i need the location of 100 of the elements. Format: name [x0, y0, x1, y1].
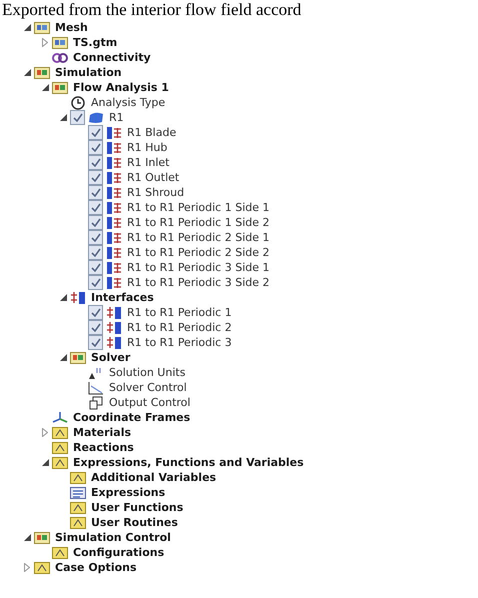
expanded-arrow-icon[interactable]	[24, 534, 30, 541]
mesh-folder-icon	[52, 36, 68, 50]
tree-item-label[interactable]: Mesh	[55, 20, 88, 34]
checkbox[interactable]	[70, 110, 85, 125]
tree-item-label[interactable]: Coordinate Frames	[73, 410, 190, 424]
tree-item-label[interactable]: R1 to R1 Periodic 1 Side 1	[127, 200, 270, 214]
tree-item-label[interactable]: R1 to R1 Periodic 3	[127, 336, 232, 350]
simulation-folder-icon	[34, 66, 50, 80]
checkbox[interactable]	[88, 320, 103, 335]
folder-icon	[52, 426, 68, 440]
tree-item-label[interactable]: R1 to R1 Periodic 3 Side 2	[127, 276, 270, 290]
tree-item-label[interactable]: R1	[109, 110, 124, 124]
boundary-icon	[106, 246, 122, 260]
boundary-icon	[106, 186, 122, 200]
boundary-icon	[106, 156, 122, 170]
checkbox[interactable]	[88, 170, 103, 185]
interface-icon	[106, 306, 122, 320]
interface-icon	[70, 290, 86, 304]
expanded-arrow-icon[interactable]	[42, 459, 48, 466]
expressions-icon	[70, 486, 86, 500]
interface-icon	[106, 336, 122, 350]
clock-icon	[70, 96, 86, 110]
folder-icon	[70, 500, 86, 514]
expanded-arrow-icon[interactable]	[24, 69, 30, 76]
boundary-icon	[106, 200, 122, 214]
tree-item-label[interactable]: User Routines	[91, 516, 178, 530]
tree-item-label[interactable]: R1 to R1 Periodic 3 Side 1	[127, 260, 270, 274]
checkbox[interactable]	[88, 155, 103, 170]
checkbox[interactable]	[88, 275, 103, 290]
tree-item-label[interactable]: R1 to R1 Periodic 2	[127, 320, 232, 334]
tree-item-label[interactable]: Interfaces	[91, 290, 154, 304]
axes-icon	[52, 410, 68, 424]
domain-icon	[88, 110, 104, 124]
folder-icon	[70, 470, 86, 484]
tree-item-label[interactable]: R1 Inlet	[127, 156, 170, 170]
tree-item-label[interactable]: Analysis Type	[91, 96, 166, 110]
checkbox[interactable]	[88, 260, 103, 275]
folder-icon	[52, 456, 68, 470]
tree-item-label[interactable]: Expressions, Functions and Variables	[73, 456, 304, 470]
tree-item-label[interactable]: Output Control	[109, 396, 190, 410]
checkbox[interactable]	[88, 125, 103, 140]
tree-item-label[interactable]: R1 to R1 Periodic 2 Side 1	[127, 230, 270, 244]
checkbox[interactable]	[88, 245, 103, 260]
simulation-folder-icon	[52, 80, 68, 94]
expanded-arrow-icon[interactable]	[42, 84, 48, 91]
folder-icon	[34, 560, 50, 574]
simulation-folder-icon	[34, 530, 50, 544]
caption-text: Exported from the interior flow field accord	[1, 0, 302, 20]
tree-item-label[interactable]: Additional Variables	[91, 470, 216, 484]
tree-item-label[interactable]: R1 to R1 Periodic 1 Side 2	[127, 216, 270, 230]
simulation-folder-icon	[70, 350, 86, 364]
tree-item-label[interactable]: R1 to R1 Periodic 1	[127, 306, 232, 320]
tree-item-label[interactable]: Solution Units	[109, 366, 186, 380]
checkbox[interactable]	[88, 140, 103, 155]
collapsed-arrow-icon[interactable]	[42, 38, 48, 47]
checkbox[interactable]	[88, 305, 103, 320]
tree-item-label[interactable]: TS.gtm	[73, 36, 118, 50]
mesh-folder-icon	[34, 20, 50, 34]
tree-item-label[interactable]: Reactions	[73, 440, 134, 454]
tree-item-label[interactable]: Configurations	[73, 546, 164, 560]
interface-icon	[106, 320, 122, 334]
expanded-arrow-icon[interactable]	[60, 354, 66, 361]
folder-icon	[52, 546, 68, 560]
tree-item-label[interactable]: Expressions	[91, 486, 166, 500]
collapsed-arrow-icon[interactable]	[42, 428, 48, 437]
collapsed-arrow-icon[interactable]	[24, 563, 30, 572]
tree-item-label[interactable]: User Functions	[91, 500, 184, 514]
tree-item-label[interactable]: Materials	[73, 426, 132, 440]
boundary-icon	[106, 260, 122, 274]
folder-icon	[70, 516, 86, 530]
output-control-icon	[88, 396, 104, 410]
checkbox[interactable]	[88, 185, 103, 200]
boundary-icon	[106, 126, 122, 140]
folder-icon	[52, 440, 68, 454]
tree-item-label[interactable]: Flow Analysis 1	[73, 80, 169, 94]
checkbox[interactable]	[88, 335, 103, 350]
boundary-icon	[106, 276, 122, 290]
checkbox[interactable]	[88, 230, 103, 245]
tree-item-label[interactable]: Case Options	[55, 560, 137, 574]
expanded-arrow-icon[interactable]	[24, 24, 30, 31]
tree-item-label[interactable]: Simulation	[55, 66, 122, 80]
tree-item-label[interactable]: Simulation Control	[55, 530, 171, 544]
boundary-icon	[106, 216, 122, 230]
checkbox[interactable]	[88, 215, 103, 230]
solver-control-icon	[88, 380, 104, 394]
tree-item-label[interactable]: Solver Control	[109, 380, 187, 394]
boundary-icon	[106, 230, 122, 244]
tree-item-label[interactable]: R1 Shroud	[127, 186, 184, 200]
expanded-arrow-icon[interactable]	[60, 114, 66, 121]
boundary-icon	[106, 170, 122, 184]
tree-item-label[interactable]: Solver	[91, 350, 130, 364]
tree-item-label[interactable]: R1 Outlet	[127, 170, 180, 184]
checkbox[interactable]	[88, 200, 103, 215]
tree-item-label[interactable]: R1 to R1 Periodic 2 Side 2	[127, 246, 270, 260]
tree-item-label[interactable]: R1 Blade	[127, 126, 176, 140]
connectivity-icon	[52, 50, 68, 64]
boundary-icon	[106, 140, 122, 154]
expanded-arrow-icon[interactable]	[60, 294, 66, 301]
tree-item-label[interactable]: R1 Hub	[127, 140, 168, 154]
tree-item-label[interactable]: Connectivity	[73, 50, 151, 64]
